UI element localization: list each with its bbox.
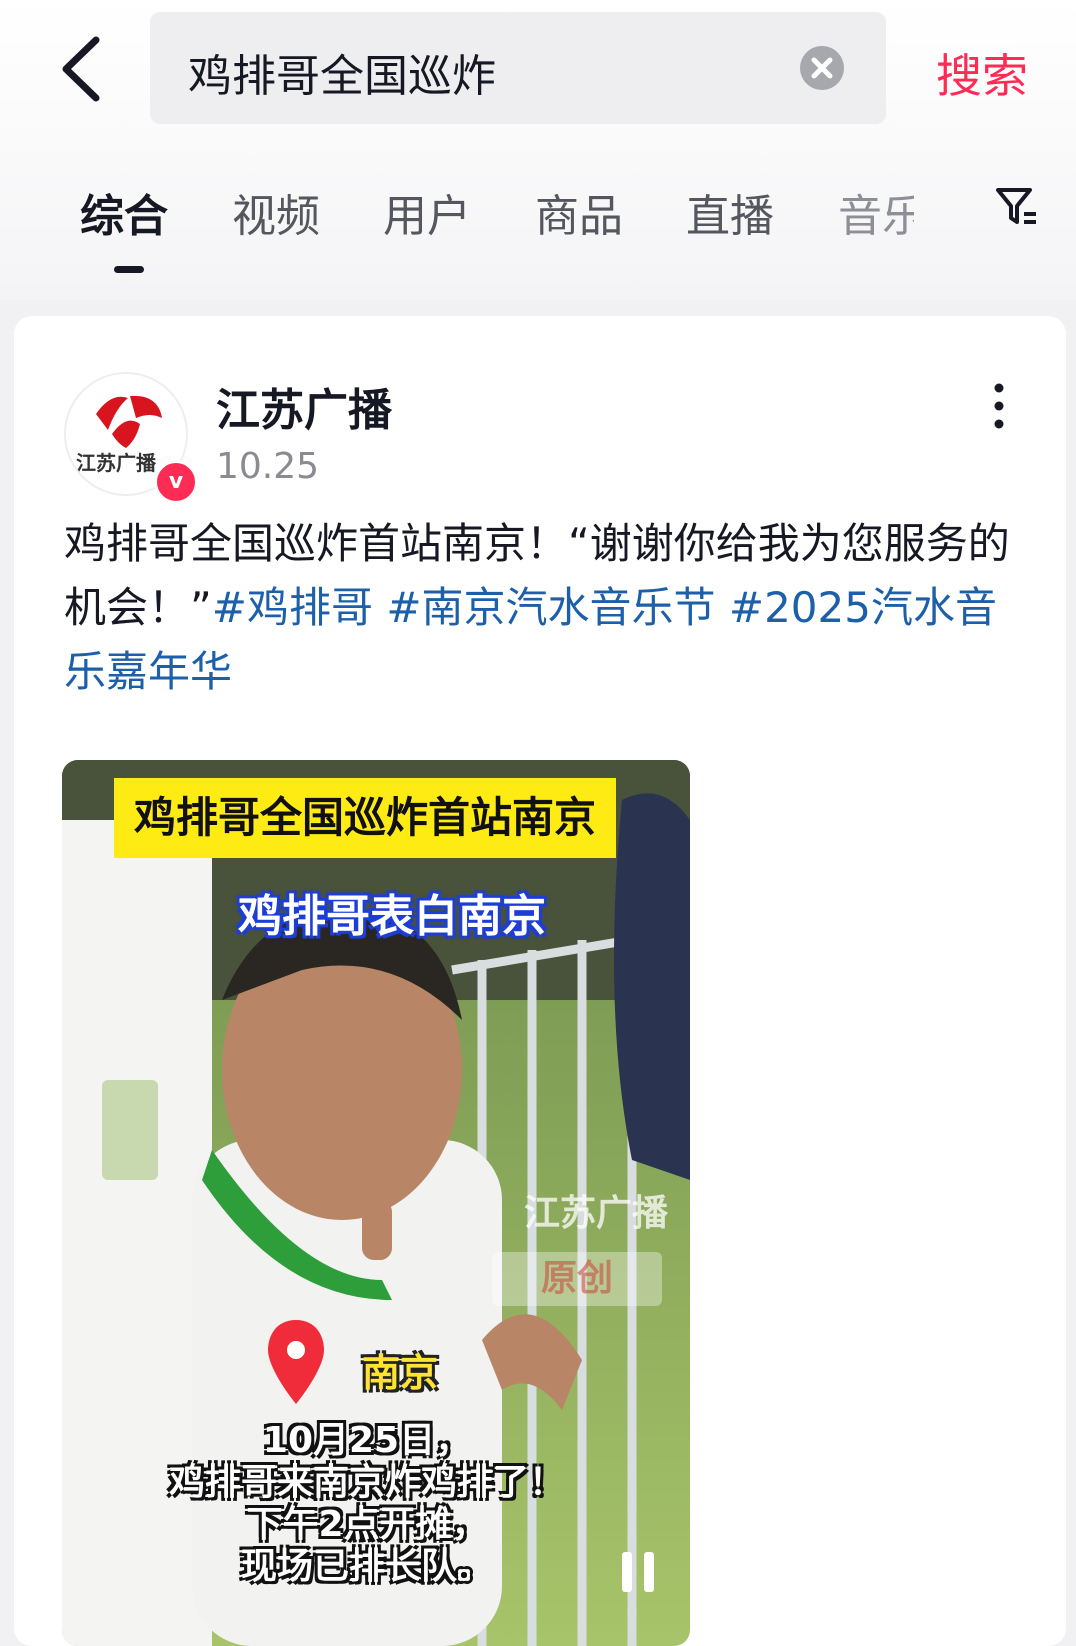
tab-live[interactable]: 直播	[686, 180, 774, 244]
location-label: 南京	[362, 1351, 439, 1395]
hashtag-link[interactable]: #南京汽水音乐节	[386, 583, 715, 632]
search-input[interactable]: 鸡排哥全国巡炸	[150, 12, 886, 124]
more-options-icon[interactable]	[994, 382, 1004, 430]
back-arrow-icon[interactable]	[56, 34, 116, 104]
tab-products[interactable]: 商品	[535, 180, 623, 244]
video-title-banner: 鸡排哥全国巡炸首站南京	[114, 778, 617, 858]
tab-users[interactable]: 用户	[383, 180, 471, 244]
top-bar: 鸡排哥全国巡炸 搜索 综合 视频 用户 商品 直播 音乐	[0, 0, 1076, 300]
tab-music[interactable]: 音乐	[838, 180, 914, 244]
pause-icon[interactable]	[618, 1550, 658, 1594]
caption-line: 10月25日，	[262, 1420, 472, 1461]
hashtag-link[interactable]: #鸡排哥	[212, 583, 373, 632]
watermark: 江苏广播	[524, 1193, 669, 1234]
tab-videos[interactable]: 视频	[232, 180, 320, 244]
caption-line: 鸡排哥来南京炸鸡排了！	[168, 1462, 565, 1503]
result-card[interactable]: 江苏广播 v 江苏广播 10.25 鸡排哥全国巡炸首站南京！“谢谢你给我为您服务…	[14, 316, 1066, 1646]
caption-line: 下午2点开摊，	[246, 1504, 488, 1545]
search-query: 鸡排哥全国巡炸	[188, 51, 496, 102]
post-description: 鸡排哥全国巡炸首站南京！“谢谢你给我为您服务的机会！”#鸡排哥 #南京汽水音乐节…	[64, 512, 1014, 704]
watermark-stamp: 原创	[492, 1252, 662, 1306]
video-caption: 10月25日， 鸡排哥来南京炸鸡排了！ 下午2点开摊， 现场已排长队。	[152, 1420, 582, 1588]
filter-icon[interactable]	[994, 184, 1040, 230]
post-date: 10.25	[216, 446, 320, 487]
author-name[interactable]: 江苏广播	[216, 374, 392, 438]
active-tab-indicator	[114, 266, 144, 273]
clear-icon[interactable]	[800, 46, 844, 90]
search-tabs: 综合 视频 用户 商品 直播 音乐	[0, 170, 1076, 280]
verified-badge-icon: v	[154, 460, 198, 504]
video-subtitle: 鸡排哥表白南京	[238, 891, 546, 942]
video-thumbnail[interactable]: 鸡排哥全国巡炸首站南京 鸡排哥表白南京 江苏广播 原创 南京 10月25日， 鸡…	[62, 760, 690, 1646]
search-button[interactable]: 搜索	[936, 40, 1028, 106]
svg-text:江苏广播: 江苏广播	[76, 451, 157, 475]
tab-all[interactable]: 综合	[80, 180, 168, 244]
caption-line: 现场已排长队。	[240, 1546, 493, 1587]
